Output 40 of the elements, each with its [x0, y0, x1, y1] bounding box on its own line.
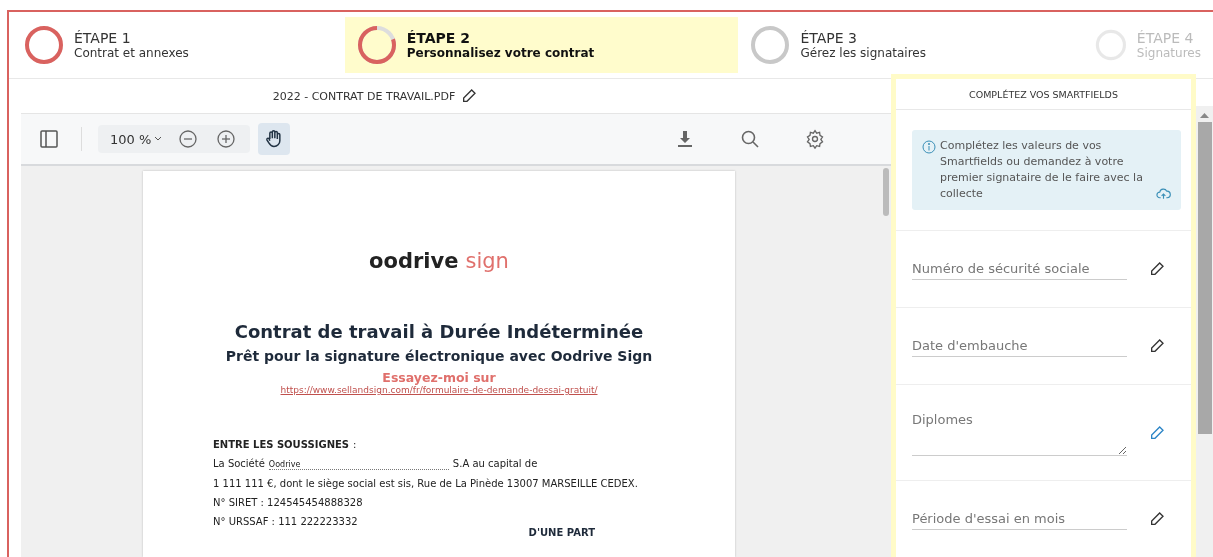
hand-tool-icon[interactable] [258, 123, 291, 155]
step-subtitle: Personnalisez votre contrat [406, 46, 595, 60]
file-name: 2022 - CONTRAT DE TRAVAIL.PDF [272, 89, 456, 103]
step-subtitle: Contrat et annexes [74, 46, 189, 60]
panel-title: COMPLÉTEZ VOS SMARTFIELDS [896, 79, 1191, 111]
step-tab[interactable]: ÉTAPE 3 Gérez les signataires [738, 17, 1083, 73]
scrollbar-thumb[interactable] [1197, 122, 1212, 434]
pencil-icon[interactable] [1149, 511, 1165, 527]
chevron-down-icon [154, 136, 163, 142]
step-label: ÉTAPE 2 [406, 30, 472, 46]
fill-in-line: Oodrive [268, 460, 449, 470]
step-label: ÉTAPE 4 [1136, 30, 1195, 46]
info-icon [922, 140, 936, 155]
document-subtitle: Prêt pour la signature électronique avec Oodrive Sign [225, 348, 653, 364]
body-text: N° URSSAF : 111 222223332 [213, 516, 358, 527]
scrollbar-thumb[interactable] [883, 168, 889, 216]
section-heading: ENTRE LES SOUSSIGNES [213, 439, 350, 450]
pencil-icon[interactable] [461, 88, 478, 104]
step-subtitle: Signatures [1136, 46, 1201, 60]
pencil-icon[interactable] [1149, 261, 1165, 278]
logo-accent-text: sign [465, 249, 509, 273]
call-to-action-text: Essayez-moi sur [382, 370, 496, 385]
body-text: La Société [213, 458, 265, 469]
step-tab[interactable]: ÉTAPE 2 Personnalisez votre contrat [344, 17, 739, 73]
logo-text: oodrive [369, 249, 459, 273]
pencil-icon[interactable] [1149, 338, 1165, 355]
body-text: S.A au capital de [452, 458, 538, 469]
party-heading: D'UNE PART [528, 527, 595, 538]
step-tab[interactable]: ÉTAPE 1 Contrat et annexes [12, 17, 345, 73]
scroll-up-icon[interactable] [1200, 112, 1209, 118]
info-text: Complétez les valeurs de vos Smartfields ou demandez à votre premier signataire de le faire avec la collecte [940, 138, 1144, 203]
cloud-upload-icon[interactable] [1156, 188, 1171, 201]
colon-text: : [353, 439, 357, 450]
document-title: Contrat de travail à Durée Indéterminée [234, 321, 644, 342]
step-label: ÉTAPE 3 [800, 30, 858, 46]
body-text: 1 111 111 €, dont le siège social est sis, Rue de La Pinède 13007 MARSEILLE CEDEX. [213, 478, 638, 489]
step-subtitle: Gérez les signataires [800, 46, 926, 60]
body-text: N° SIRET : 124545454888328 [213, 497, 363, 508]
step-label: ÉTAPE 1 [74, 30, 132, 46]
trial-link[interactable]: https://www.sellandsign.com/fr/formulaire-de-demande-dessai-gratuit/ [280, 385, 598, 395]
